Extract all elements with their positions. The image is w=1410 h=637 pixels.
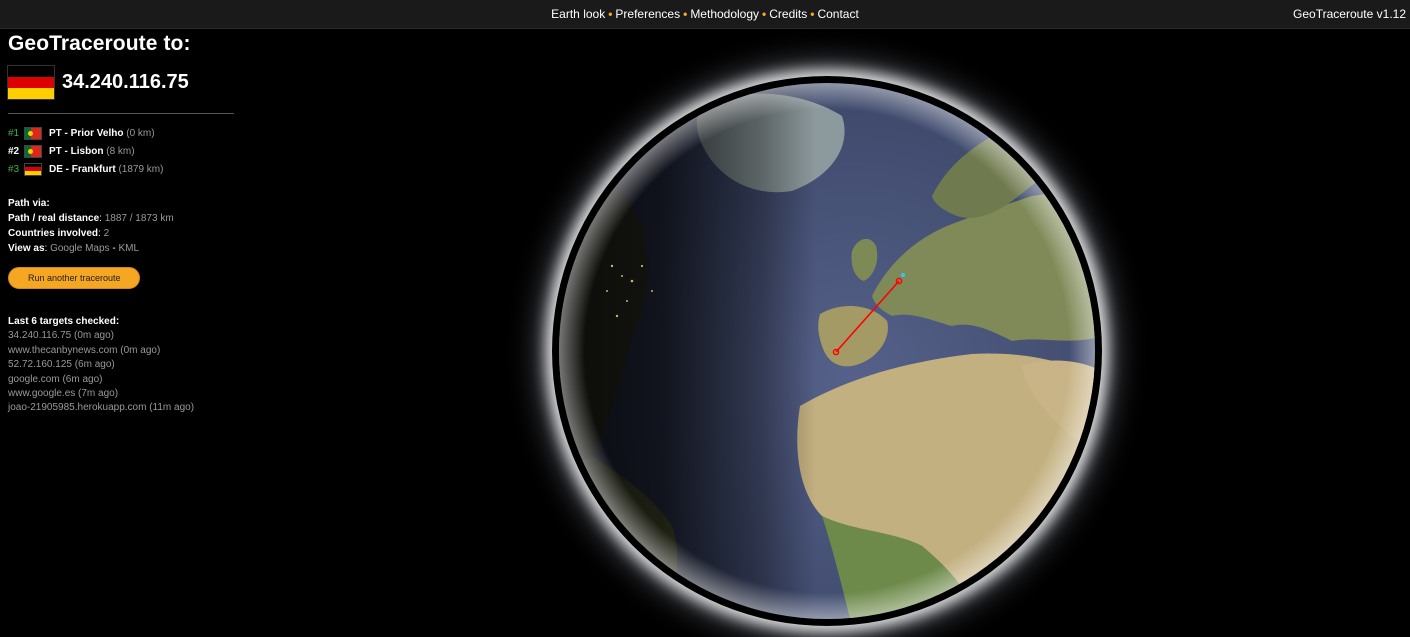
nav-credits[interactable]: Credits xyxy=(769,7,807,21)
hop-number: #1 xyxy=(8,127,20,139)
hop-distance: (0 km) xyxy=(126,127,155,139)
hop-row[interactable]: #3 DE - Frankfurt (1879 km) xyxy=(8,160,234,178)
distance-label: Path / real distance xyxy=(8,213,100,224)
countries-label: Countries involved xyxy=(8,228,99,239)
hop-number: #3 xyxy=(8,163,20,175)
run-another-traceroute-button[interactable]: Run another traceroute xyxy=(8,267,140,289)
recent-target-link[interactable]: 52.72.160.125 (6m ago) xyxy=(8,358,234,372)
google-maps-link[interactable]: Google Maps xyxy=(50,243,109,254)
page-title: GeoTraceroute to: xyxy=(8,32,191,55)
nav-separator: • xyxy=(608,7,613,21)
hop-distance: (1879 km) xyxy=(118,163,164,175)
results-panel: GeoTraceroute to: 34.240.116.75 #1 PT - … xyxy=(8,30,234,416)
path-via-label: Path via: xyxy=(8,198,50,209)
view-as-label: View as xyxy=(8,243,45,254)
hop-row[interactable]: #1 PT - Prior Velho (0 km) xyxy=(8,124,234,142)
recent-targets: Last 6 targets checked: 34.240.116.75 (0… xyxy=(8,315,234,416)
recent-title: Last 6 targets checked: xyxy=(8,316,120,327)
kml-link[interactable]: KML xyxy=(118,243,139,254)
flag-de-icon xyxy=(8,66,54,99)
flag-pt-icon xyxy=(25,145,41,157)
path-info: Path via: Path / real distance: 1887 / 1… xyxy=(8,198,174,254)
app-version: GeoTraceroute v1.12 xyxy=(1293,7,1406,21)
hop-row[interactable]: #2 PT - Lisbon (8 km) xyxy=(8,142,234,160)
recent-target-link[interactable]: 34.240.116.75 (0m ago) xyxy=(8,329,234,343)
countries-value: 2 xyxy=(100,228,110,239)
top-bar: Earth look • Preferences • Methodology • Credi… xyxy=(0,0,1410,29)
hop-location: PT - Lisbon xyxy=(49,145,104,157)
nav-preferences[interactable]: Preferences xyxy=(615,7,680,21)
recent-target-link[interactable]: joao-21905985.herokuapp.com (11m ago) xyxy=(8,401,234,415)
nav-contact[interactable]: Contact xyxy=(817,7,858,21)
recent-target-link[interactable]: google.com (6m ago) xyxy=(8,373,234,387)
flag-de-icon xyxy=(25,163,41,175)
main-nav: Earth look • Preferences • Methodology • Credi… xyxy=(0,7,1410,21)
flag-pt-icon xyxy=(25,127,41,139)
earth-globe[interactable] xyxy=(552,76,1102,626)
recent-target-link[interactable]: www.google.es (7m ago) xyxy=(8,387,234,401)
nav-separator: • xyxy=(810,7,815,21)
hop-location: DE - Frankfurt xyxy=(49,163,116,175)
target-row: 34.240.116.75 xyxy=(8,66,234,99)
hop-location: PT - Prior Velho xyxy=(49,127,124,139)
target-ip: 34.240.116.75 xyxy=(62,71,189,93)
hop-number: #2 xyxy=(8,145,20,157)
nav-methodology[interactable]: Methodology xyxy=(690,7,759,21)
target-marker xyxy=(901,273,905,277)
nav-separator: • xyxy=(762,7,767,21)
globe-viewport[interactable] xyxy=(552,76,1102,626)
hop-distance: (8 km) xyxy=(106,145,135,157)
distance-value: 1887 / 1873 km xyxy=(101,213,174,224)
recent-target-link[interactable]: www.thecanbynews.com (0m ago) xyxy=(8,344,234,358)
nav-earth-look[interactable]: Earth look xyxy=(551,7,605,21)
nav-separator: • xyxy=(683,7,688,21)
divider xyxy=(8,113,234,114)
